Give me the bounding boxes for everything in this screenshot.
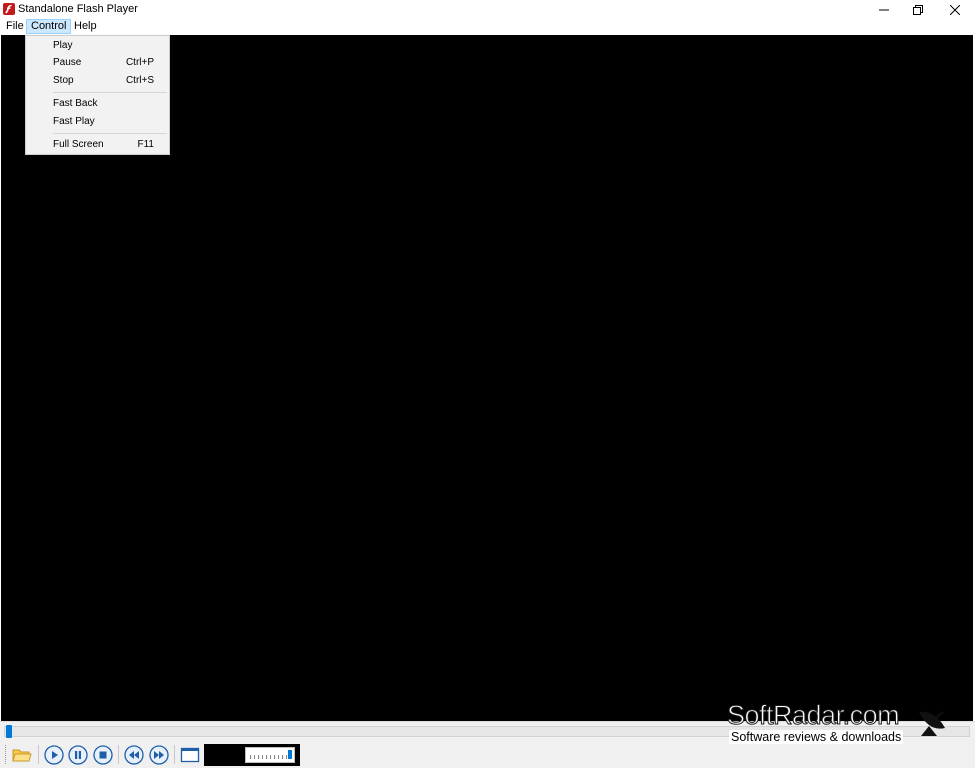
satellite-dish-icon [919, 711, 945, 736]
fullscreen-icon [180, 747, 200, 763]
fullscreen-button[interactable] [179, 744, 201, 766]
stop-icon [93, 745, 113, 765]
menu-item-shortcut: Ctrl+S [125, 75, 154, 86]
toolbar-separator [38, 745, 39, 764]
watermark-tagline: Software reviews & downloads [729, 730, 904, 744]
stop-button[interactable] [92, 744, 114, 766]
volume-slider[interactable] [245, 747, 295, 763]
play-icon [44, 745, 64, 765]
fast-forward-icon [149, 745, 169, 765]
softradar-watermark: SoftRadar.com Software reviews & downloa… [725, 700, 965, 744]
minimize-button[interactable] [866, 0, 902, 19]
menu-control[interactable]: Control [26, 19, 72, 34]
restore-icon [913, 4, 923, 15]
menu-item-fast-play[interactable]: Fast Play [26, 113, 169, 130]
seek-thumb[interactable] [6, 725, 12, 738]
toolbar-grip [5, 745, 9, 764]
volume-ticks [250, 755, 290, 759]
toolbar-separator [174, 745, 175, 764]
menu-bar: File Control Help [0, 19, 975, 35]
rewind-icon [124, 745, 144, 765]
menu-item-fast-back[interactable]: Fast Back [26, 95, 169, 112]
volume-thumb[interactable] [288, 750, 292, 759]
close-button[interactable] [937, 0, 973, 19]
menu-item-label: Fast Back [53, 98, 98, 109]
menu-item-stop[interactable]: Stop Ctrl+S [26, 72, 169, 89]
menu-item-label: Full Screen [53, 139, 104, 150]
menu-help[interactable]: Help [70, 19, 101, 34]
window-title: Standalone Flash Player [18, 3, 138, 15]
menu-item-label: Fast Play [53, 116, 95, 127]
menu-file[interactable]: File [2, 19, 28, 34]
minimize-icon [879, 9, 889, 10]
menu-item-play[interactable]: Play [26, 37, 169, 54]
pause-icon [68, 745, 88, 765]
menu-separator [53, 92, 167, 93]
watermark-brand: SoftRadar.com [726, 700, 900, 731]
fast-forward-button[interactable] [148, 744, 170, 766]
flash-app-icon [3, 3, 15, 15]
menu-item-shortcut: F11 [137, 139, 155, 150]
control-menu-dropdown: Play Pause Ctrl+P Stop Ctrl+S Fast Back … [25, 35, 170, 155]
menu-item-label: Pause [53, 57, 82, 68]
open-folder-icon [12, 749, 32, 762]
open-file-button[interactable] [11, 744, 33, 766]
menu-item-shortcut: Ctrl+P [125, 57, 154, 68]
menu-item-pause[interactable]: Pause Ctrl+P [26, 54, 169, 71]
title-bar: Standalone Flash Player [0, 0, 975, 19]
close-icon [950, 4, 960, 15]
play-button[interactable] [43, 744, 65, 766]
menu-item-label: Stop [53, 75, 74, 86]
restore-button[interactable] [900, 0, 936, 19]
toolbar-separator [118, 745, 119, 764]
pause-button[interactable] [67, 744, 89, 766]
rewind-button[interactable] [123, 744, 145, 766]
menu-item-label: Play [53, 40, 73, 51]
menu-item-full-screen[interactable]: Full Screen F11 [26, 136, 169, 153]
menu-separator [53, 133, 167, 134]
playback-toolbar [0, 741, 975, 768]
